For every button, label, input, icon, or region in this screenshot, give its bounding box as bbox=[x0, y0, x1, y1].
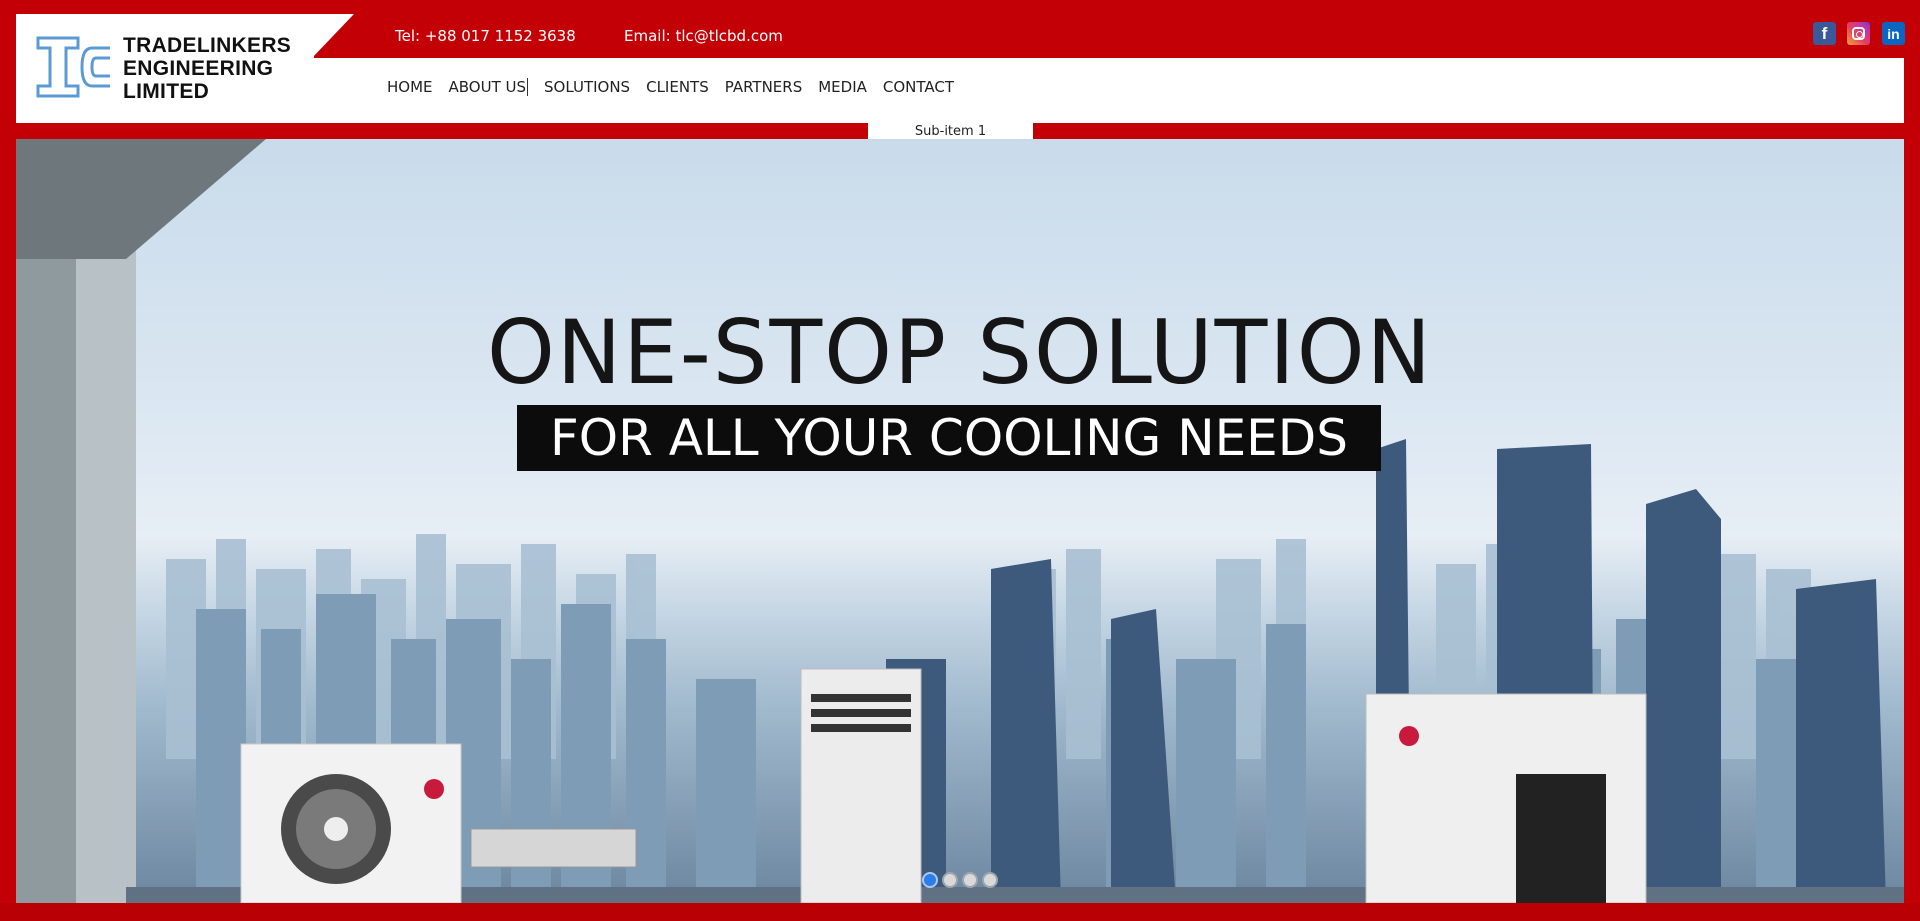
facebook-icon[interactable]: f bbox=[1813, 22, 1836, 45]
hero-slider: ONE-STOP SOLUTION FOR ALL YOUR COOLING N… bbox=[16, 139, 1904, 903]
main-navigation: HOME ABOUT US SOLUTIONS CLIENTS PARTNERS… bbox=[387, 74, 970, 100]
phone-number[interactable]: Tel: +88 017 1152 3638 bbox=[395, 14, 576, 58]
slider-dot-4[interactable] bbox=[982, 872, 998, 888]
instagram-glyph bbox=[1852, 27, 1865, 40]
nav-clients[interactable]: CLIENTS bbox=[646, 78, 709, 96]
nav-media[interactable]: MEDIA bbox=[818, 78, 867, 96]
slider-dot-3[interactable] bbox=[962, 872, 978, 888]
slider-dot-2[interactable] bbox=[942, 872, 958, 888]
hero-subheadline: FOR ALL YOUR COOLING NEEDS bbox=[517, 405, 1381, 471]
nav-contact[interactable]: CONTACT bbox=[883, 78, 954, 96]
company-name-line: TRADELINKERS bbox=[123, 34, 292, 57]
nav-solutions[interactable]: SOLUTIONS bbox=[544, 78, 630, 96]
slider-dot-1[interactable] bbox=[922, 872, 938, 888]
nav-home[interactable]: HOME bbox=[387, 78, 433, 96]
nav-about-us[interactable]: ABOUT US bbox=[449, 78, 529, 96]
submenu-item-1[interactable]: Sub-item 1 bbox=[868, 123, 1033, 139]
company-name-line: LIMITED bbox=[123, 80, 210, 103]
slider-dots bbox=[922, 872, 998, 888]
nav-partners[interactable]: PARTNERS bbox=[725, 78, 802, 96]
site-header: TRADELINKERS ENGINEERING LIMITED bbox=[16, 14, 1904, 123]
next-section-strip bbox=[0, 903, 1920, 921]
tc-monogram-icon[interactable] bbox=[36, 34, 112, 100]
company-name[interactable]: TRADELINKERS ENGINEERING LIMITED bbox=[123, 34, 291, 103]
instagram-icon[interactable] bbox=[1847, 22, 1870, 45]
company-name-line: ENGINEERING bbox=[123, 57, 274, 80]
hero-headline: ONE-STOP SOLUTION bbox=[486, 301, 1434, 404]
hero-background-skyline bbox=[16, 139, 1904, 903]
email-address[interactable]: Email: tlc@tlcbd.com bbox=[624, 14, 783, 58]
linkedin-icon[interactable]: in bbox=[1882, 22, 1905, 45]
logo-panel-notch bbox=[312, 14, 354, 58]
